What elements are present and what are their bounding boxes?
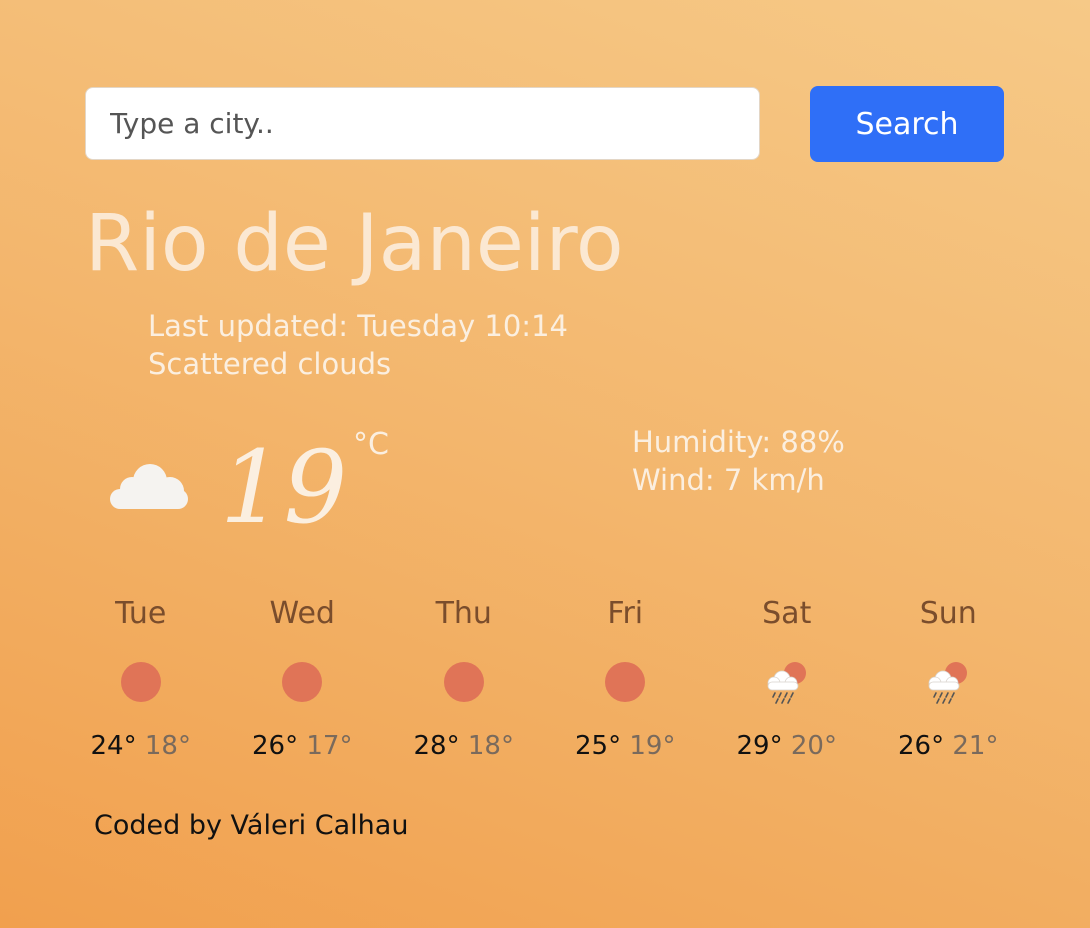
weather-description: Scattered clouds [148, 347, 392, 381]
forecast-min: 18° [144, 731, 191, 761]
forecast-max: 25° [575, 731, 622, 761]
forecast-max: 26° [898, 731, 945, 761]
sun-icon [443, 662, 484, 702]
forecast-day-name: Sun [919, 596, 977, 631]
forecast-day-icon [383, 638, 545, 726]
wind: Wind: 7 km/h [632, 463, 825, 497]
sun-icon [605, 662, 646, 702]
forecast-day-name: Fri [607, 596, 644, 631]
forecast-day: Sat 29° 20° [706, 590, 868, 766]
forecast-day-name: Sat [762, 596, 812, 631]
forecast-temps: 26° 17° [222, 726, 384, 766]
footer-credit: Coded by Váleri Calhau [94, 810, 409, 841]
forecast-max: 24° [90, 731, 137, 761]
last-updated: Last updated: Tuesday 10:14 [148, 309, 568, 343]
forecast-day: Wed 26° 17° [222, 590, 384, 766]
forecast-day-name: Wed [269, 596, 335, 631]
rain-sun-icon [928, 662, 968, 704]
forecast-min: 21° [952, 731, 999, 761]
forecast-day-icon [60, 638, 222, 726]
search-button[interactable]: Search [810, 86, 1004, 162]
forecast-temps: 29° 20° [706, 726, 868, 766]
temperature-unit[interactable]: °C [353, 427, 389, 462]
forecast-temps: 28° 18° [383, 726, 545, 766]
weather-details: Humidity: 88% Wind: 7 km/h [632, 423, 845, 499]
forecast-temps: 25° 19° [545, 726, 707, 766]
rain-sun-icon [767, 662, 806, 704]
weather-meta: Last updated: Tuesday 10:14 Scattered cl… [148, 307, 568, 383]
forecast-day-icon [706, 638, 868, 726]
forecast-day: Sun 26° 21° [868, 590, 1030, 766]
cloud-icon [110, 464, 188, 509]
forecast-day-icon [868, 638, 1030, 726]
forecast-temps: 26° 21° [868, 726, 1030, 766]
forecast-max: 29° [736, 731, 783, 761]
search-input[interactable] [85, 87, 760, 160]
forecast-day-name: Thu [435, 596, 492, 631]
forecast-day: Fri 25° 19° [545, 590, 707, 766]
humidity: Humidity: 88% [632, 425, 845, 459]
forecast-day: Thu 28° 18° [383, 590, 545, 766]
sun-icon [120, 662, 161, 702]
forecast-min: 20° [790, 731, 837, 761]
forecast-min: 17° [306, 731, 353, 761]
city-name: Rio de Janeiro [85, 199, 624, 289]
current-temperature: 19 [220, 429, 348, 546]
forecast-max: 28° [413, 731, 460, 761]
forecast-temps: 24° 18° [60, 726, 222, 766]
forecast-min: 19° [629, 731, 676, 761]
forecast-day: Tue 24° 18° [60, 590, 222, 766]
forecast-min: 18° [467, 731, 514, 761]
forecast: Tue 24° 18° Wed 26° 17° Thu 28° 18° Fri … [60, 590, 1030, 766]
sun-icon [282, 662, 323, 702]
forecast-max: 26° [252, 731, 299, 761]
forecast-day-icon [222, 638, 384, 726]
forecast-day-icon [545, 638, 707, 726]
forecast-day-name: Tue [115, 596, 167, 631]
